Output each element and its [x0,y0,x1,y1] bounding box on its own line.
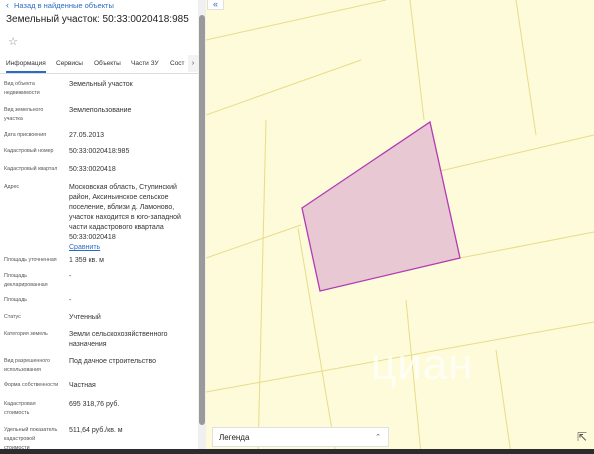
property-value: Земельный участок [69,81,133,88]
compare-link[interactable]: Сравнить [69,243,193,253]
map-view[interactable]: циан [206,0,594,454]
tab-bar: Информация Сервисы Объекты Части ЗУ Сост… [0,55,198,74]
property-value: - [69,273,72,280]
tab-objects[interactable]: Объекты [94,55,121,72]
property-value: 695 318,76 руб. [69,401,120,408]
property-value: 511,64 руб./кв. м [69,427,123,434]
property-label: Кадастровая стоимость [4,401,36,416]
property-label: Категория земель [4,331,48,337]
property-label: Вид объекта недвижимости [4,81,40,96]
tabs-scroll-right-icon[interactable]: › [188,55,198,72]
property-label: Вид земельного участка [4,107,44,122]
panel-scrollbar-thumb[interactable] [199,15,205,425]
address-text: Московская область, Ступинский район, Ак… [69,184,181,241]
chevron-left-icon: ‹ [6,0,9,10]
tab-status[interactable]: Сост [170,55,185,72]
property-label: Кадастровый номер [4,148,54,154]
property-value: 27.05.2013 [69,132,105,139]
map-tool-icon[interactable]: ⇱ [575,430,589,444]
property-value: Земли сельскохозяйственного назначения [69,331,168,348]
property-label: Дата присвоения [4,132,47,138]
legend-dropdown[interactable]: Легенда ⌃ [212,427,389,447]
tab-services[interactable]: Сервисы [56,55,83,72]
property-value: Частная [69,382,96,389]
property-value: 50:33:0020418 [69,166,116,173]
property-value: Под дачное строительство [69,358,157,365]
property-label: Адрес [4,184,20,190]
property-label: Кадастровый квартал [4,166,58,172]
double-chevron-left-icon[interactable]: « [207,0,224,10]
watermark-logo: циан [371,340,474,389]
tab-information[interactable]: Информация [6,55,46,73]
legend-label: Легенда [219,433,250,442]
property-value: 1 359 кв. м [69,257,104,264]
window-bottom-edge [0,449,594,454]
property-label: Статус [4,314,21,320]
back-link-label: Назад в найденные объекты [14,0,114,10]
back-link[interactable]: ‹ Назад в найденные объекты [6,0,114,10]
page-title: Земельный участок: 50:33:0020418:985 [6,14,189,25]
property-value: Московская область, Ступинский район, Ак… [69,183,193,253]
property-value: - [69,297,72,304]
property-label: Форма собственности [4,382,59,388]
property-value: Учтенный [69,314,101,321]
star-icon[interactable]: ☆ [6,35,20,49]
updown-arrows-icon: ⌃ [375,434,381,441]
property-value: Землепользование [69,107,132,114]
property-label: Площадь уточненная [4,257,57,263]
selected-parcel[interactable] [301,120,461,292]
property-label: Площадь [4,297,28,303]
info-panel: ‹ Назад в найденные объекты Земельный уч… [0,0,206,454]
property-label: Площадь декларированная [4,273,48,288]
property-value: 50:33:0020418:985 [69,148,130,155]
property-label: Вид разрешенного использования [4,358,50,373]
tab-parts[interactable]: Части ЗУ [131,55,159,72]
